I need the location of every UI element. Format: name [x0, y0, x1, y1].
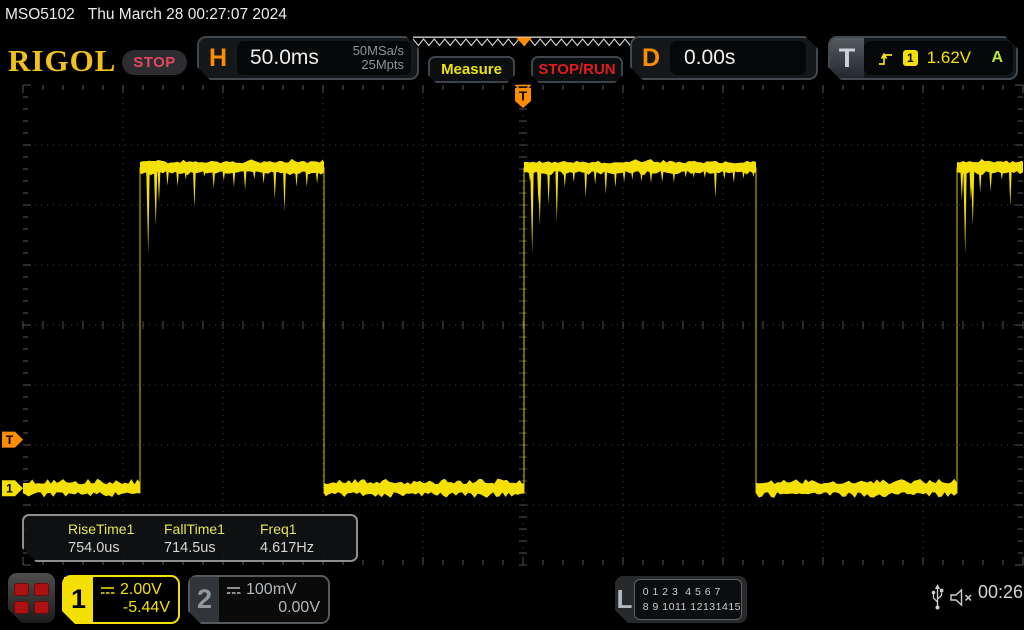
svg-text:1: 1 — [6, 482, 13, 496]
menu-tile-square — [34, 601, 49, 614]
menu-tile-square — [14, 601, 29, 614]
digital-channels-row2: 8 9 1011 12131415 — [642, 600, 741, 613]
digital-channels-row1: 0 1 2 3 4 5 6 7 — [642, 585, 721, 598]
channel2-number: 2 — [190, 577, 219, 622]
menu-grid-icon[interactable] — [8, 573, 55, 623]
menu-tile-square — [14, 583, 29, 596]
channel2-block[interactable]: 2 100mV 0.00V — [188, 575, 330, 624]
measurement-panel[interactable]: RiseTime1 754.0us FallTime1 714.5us Freq… — [22, 514, 358, 562]
digital-channels-panel: 0 1 2 3 4 5 6 7 8 9 1011 12131415 — [634, 579, 742, 620]
measurement-label: Freq1 — [260, 521, 297, 537]
menu-tile-square — [34, 583, 49, 596]
trigger-level-marker[interactable]: T — [2, 431, 23, 448]
dc-coupling-icon — [226, 585, 241, 596]
measurement-value: 4.617Hz — [260, 540, 315, 556]
measurement-label: FallTime1 — [164, 521, 225, 537]
channel1-block[interactable]: 1 2.00V -5.44V — [62, 575, 180, 624]
svg-text:T: T — [6, 433, 14, 447]
oscilloscope-screen: MSO5102 Thu March 28 00:27:07 2024 RIGOL… — [0, 0, 1024, 630]
measurement-item: Freq1 4.617Hz — [260, 521, 356, 560]
trigger-position-marker[interactable]: T — [514, 84, 532, 109]
channel1-scale: 2.00V — [120, 581, 162, 598]
measurement-item: FallTime1 714.5us — [164, 521, 260, 560]
svg-text:T: T — [519, 89, 527, 104]
speaker-muted-icon — [950, 588, 972, 607]
measurement-value: 714.5us — [164, 540, 216, 556]
dc-coupling-icon — [100, 585, 115, 596]
channel2-offset: 0.00V — [278, 599, 320, 616]
channel1-offset: -5.44V — [122, 599, 170, 616]
channel2-info: 100mV 0.00V — [219, 577, 328, 622]
logic-analyzer-block[interactable]: L 0 1 2 3 4 5 6 7 8 9 1011 12131415 — [615, 576, 747, 623]
channel1-number: 1 — [64, 577, 93, 622]
channel2-scale: 100mV — [246, 581, 297, 598]
measurement-label: RiseTime1 — [68, 521, 135, 537]
ch1-offset-marker[interactable]: 1 — [2, 480, 23, 497]
channel1-info: 2.00V -5.44V — [93, 577, 178, 622]
measurement-value: 754.0us — [68, 540, 120, 556]
usb-icon — [931, 584, 944, 610]
clock: 00:26 — [978, 582, 1024, 602]
measurement-item: RiseTime1 754.0us — [68, 521, 164, 560]
footer-bar: 1 2.00V -5.44V 2 100mV 0.00V L 0 1 2 3 4… — [0, 570, 1024, 630]
logic-label: L — [616, 584, 633, 614]
